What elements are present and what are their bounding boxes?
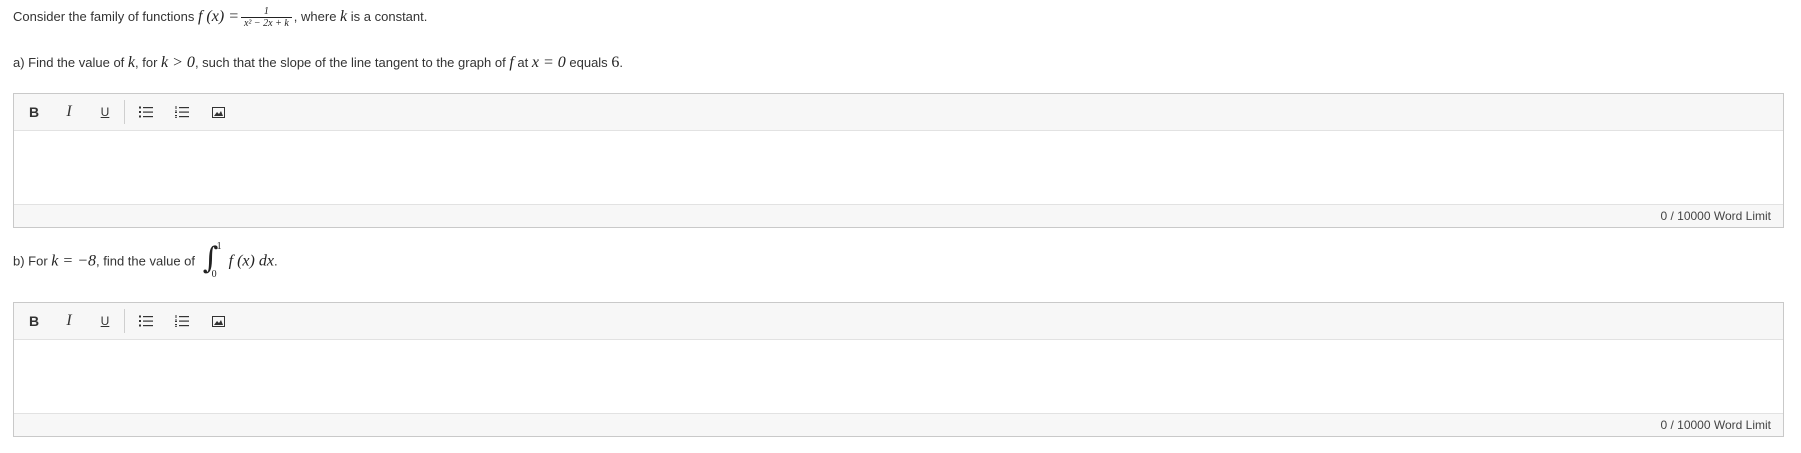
part-a-condition: k > 0	[161, 54, 195, 71]
intro-prefix: Consider the family of functions	[13, 8, 198, 24]
part-b-text: , find the value of	[96, 253, 199, 269]
bold-button[interactable]: B	[23, 102, 45, 122]
part-a-k: k	[127, 54, 136, 71]
numbered-list-button[interactable]	[171, 311, 193, 331]
image-icon	[211, 315, 225, 327]
bulleted-list-icon	[139, 315, 153, 327]
integral-symbol: ∫ 1 0	[202, 241, 222, 280]
question-part-b: b) For k = −8, find the value of ∫ 1 0 f (x…	[13, 241, 278, 280]
numbered-list-button[interactable]	[171, 102, 193, 122]
part-a-text: equals	[565, 55, 612, 70]
question-part-a: a) Find the value of k, for k > 0, such …	[13, 54, 623, 72]
editor-toolbar: B I U	[14, 94, 1783, 131]
word-limit-counter: 0 / 10000 Word Limit	[1660, 209, 1771, 223]
part-b-k-equals: k = −8	[51, 252, 96, 270]
bold-button[interactable]: B	[23, 311, 45, 331]
word-limit-counter: 0 / 10000 Word Limit	[1660, 418, 1771, 432]
toolbar-divider	[124, 309, 125, 333]
part-a-x-equals: x = 0	[531, 54, 566, 71]
image-icon	[211, 106, 225, 118]
editor-footer: 0 / 10000 Word Limit	[14, 413, 1783, 436]
fraction-numerator: 1	[263, 6, 269, 17]
integral-upper-limit: 1	[216, 241, 222, 252]
toolbar-divider	[124, 100, 125, 124]
editor-footer: 0 / 10000 Word Limit	[14, 204, 1783, 227]
italic-button[interactable]: I	[58, 311, 80, 331]
bulleted-list-icon	[139, 106, 153, 118]
italic-button[interactable]: I	[58, 102, 80, 122]
underline-button[interactable]: U	[94, 102, 116, 122]
answer-editor-a: B I U 0 / 10000 Word Limit	[13, 93, 1784, 228]
underline-button[interactable]: U	[94, 311, 116, 331]
answer-editor-b: B I U 0 / 10000 Word Limit	[13, 302, 1784, 437]
answer-textarea[interactable]	[14, 131, 1783, 204]
part-b-text: b) For	[13, 253, 52, 269]
part-a-text: at	[513, 55, 532, 70]
bulleted-list-button[interactable]	[135, 311, 157, 331]
part-b-text: .	[273, 253, 278, 269]
answer-textarea[interactable]	[14, 340, 1783, 413]
function-expression: f (x) =	[197, 7, 239, 25]
numbered-list-icon	[175, 106, 189, 118]
part-a-text: a) Find the value of	[13, 55, 128, 70]
insert-image-button[interactable]	[207, 102, 229, 122]
intro-suffix-a: , where	[293, 8, 341, 24]
part-a-text: , for	[135, 55, 162, 70]
insert-image-button[interactable]	[207, 311, 229, 331]
question-intro: Consider the family of functions f (x) =…	[13, 6, 427, 29]
editor-toolbar: B I U	[14, 303, 1783, 340]
function-fraction: 1 x² − 2x + k	[240, 6, 292, 29]
intro-suffix-b: is a constant.	[347, 8, 428, 24]
part-a-text: .	[619, 55, 623, 70]
part-a-text: , such that the slope of the line tangen…	[194, 55, 510, 70]
bulleted-list-button[interactable]	[135, 102, 157, 122]
integral-lower-limit: 0	[211, 269, 217, 280]
numbered-list-icon	[175, 315, 189, 327]
fraction-denominator: x² − 2x + k	[240, 17, 292, 29]
integrand: f (x) dx	[228, 252, 274, 270]
